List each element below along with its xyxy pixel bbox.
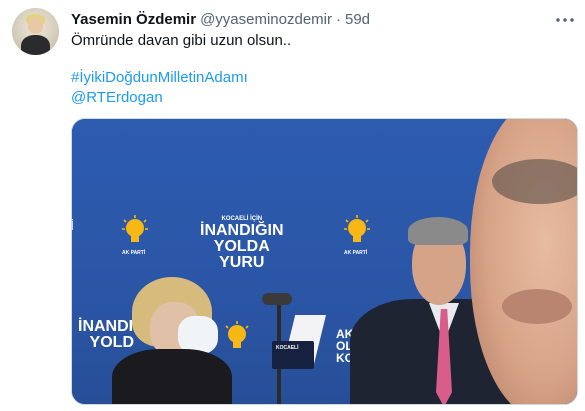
author-handle[interactable]: @yyaseminozdemir (200, 11, 332, 28)
separator-dot: · (336, 10, 341, 28)
party-logo-icon (344, 215, 370, 242)
mention-link[interactable]: @RTErdogan (71, 88, 163, 108)
more-horizontal-icon[interactable] (553, 10, 577, 30)
author-name[interactable]: Yasemin Özdemir (71, 11, 196, 28)
party-logo-icon (122, 215, 148, 242)
hashtag-link[interactable]: #İyikiDoğdunMilletinAdamı (71, 68, 248, 88)
slogan-left: İ (72, 219, 74, 232)
party-logo-icon (225, 321, 249, 348)
tweet-text: Ömründe davan gibi uzun olsun.. (71, 32, 292, 49)
slogan-main: KOCAELİ İÇİN İNANDIĞIN YOLDA YURU (200, 216, 284, 271)
tweet-header: Yasemin Özdemir @yyaseminozdemir · 59d (71, 9, 370, 29)
party-label: AK PARTİ (122, 250, 146, 256)
party-label: AK PARTİ (344, 250, 368, 256)
tweet[interactable]: Yasemin Özdemir @yyaseminozdemir · 59d Ö… (0, 0, 585, 411)
lectern-label: KOCAELİ (276, 345, 299, 351)
avatar[interactable] (12, 8, 59, 55)
tweet-time[interactable]: 59d (345, 11, 370, 28)
tweet-photo[interactable]: İ AK PARTİ KOCAELİ İÇİN İNANDIĞIN YOLDA … (71, 118, 578, 405)
